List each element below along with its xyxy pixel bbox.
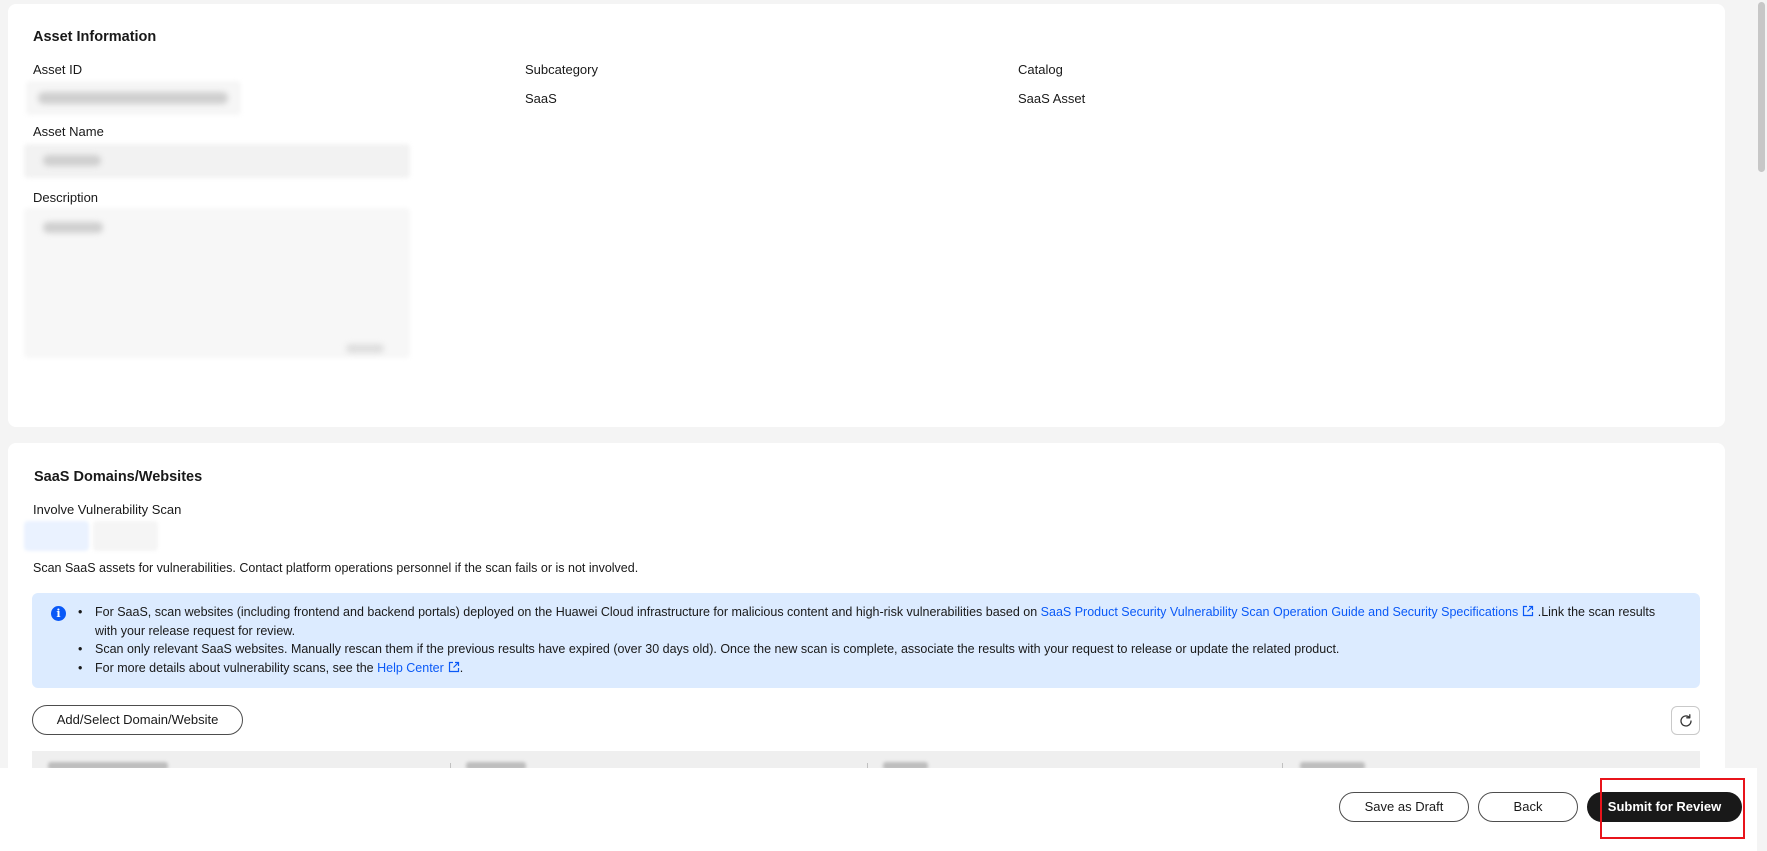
footer-action-bar: Save as Draft Back Submit for Review: [0, 768, 1757, 851]
help-center-link[interactable]: Help Center: [377, 661, 460, 675]
involve-scan-option-yes[interactable]: [24, 521, 89, 551]
catalog-label: Catalog: [1018, 62, 1063, 77]
vuln-scan-guide-link-text: SaaS Product Security Vulnerability Scan…: [1040, 605, 1519, 619]
asset-id-label: Asset ID: [33, 62, 83, 77]
info-item3-text: For more details about vulnerability sca…: [95, 660, 378, 675]
saas-domains-title: SaaS Domains/Websites: [34, 469, 203, 485]
refresh-icon: [1680, 714, 1692, 727]
involve-scan-option-no[interactable]: [93, 521, 158, 551]
asset-information-card: Asset Information Asset ID Subcategory S…: [8, 4, 1725, 427]
info-icon: i: [51, 606, 66, 621]
involve-scan-toggle: [24, 521, 158, 551]
info-list: For SaaS, scan websites (including front…: [76, 603, 1676, 677]
info-item2-text: Scan only relevant SaaS websites. Manual…: [95, 642, 1340, 656]
involve-scan-label: Involve Vulnerability Scan: [33, 502, 182, 517]
info-item-help: For more details about vulnerability sca…: [76, 659, 1676, 678]
subcategory-label: Subcategory: [525, 62, 598, 77]
refresh-button[interactable]: [1671, 706, 1700, 735]
vuln-scan-guide-link[interactable]: SaaS Product Security Vulnerability Scan…: [1041, 605, 1535, 619]
description-redacted-text: [43, 222, 103, 233]
vertical-scrollbar[interactable]: [1757, 0, 1767, 851]
external-link-icon: [1523, 605, 1534, 617]
asset-information-title: Asset Information: [33, 29, 157, 45]
subcategory-value: SaaS: [525, 91, 557, 106]
save-as-draft-button[interactable]: Save as Draft: [1339, 792, 1469, 822]
scan-hint-text: Scan SaaS assets for vulnerabilities. Co…: [33, 561, 639, 575]
add-select-domain-button[interactable]: Add/Select Domain/Website: [32, 705, 243, 735]
back-button[interactable]: Back: [1478, 792, 1578, 822]
info-banner: i For SaaS, scan websites (including fro…: [32, 593, 1700, 688]
description-label: Description: [33, 190, 99, 205]
info-item3-suffix: .: [459, 660, 464, 675]
page: Asset Information Asset ID Subcategory S…: [0, 0, 1767, 851]
highlight-annotation-box: [1600, 778, 1745, 839]
description-char-count-redacted: [346, 344, 384, 353]
info-item-rescan: Scan only relevant SaaS websites. Manual…: [76, 640, 1676, 659]
help-center-link-text: Help Center: [377, 660, 444, 675]
asset-name-label: Asset Name: [33, 124, 104, 139]
asset-name-redacted-text: [43, 155, 101, 166]
catalog-value: SaaS Asset: [1018, 91, 1086, 106]
external-link-icon: [448, 661, 459, 672]
asset-id-redacted-text: [38, 92, 228, 104]
scrollbar-thumb[interactable]: [1758, 2, 1765, 172]
info-item1-text: For SaaS, scan websites (including front…: [95, 605, 1041, 619]
info-item-saas-scan: For SaaS, scan websites (including front…: [76, 603, 1676, 640]
